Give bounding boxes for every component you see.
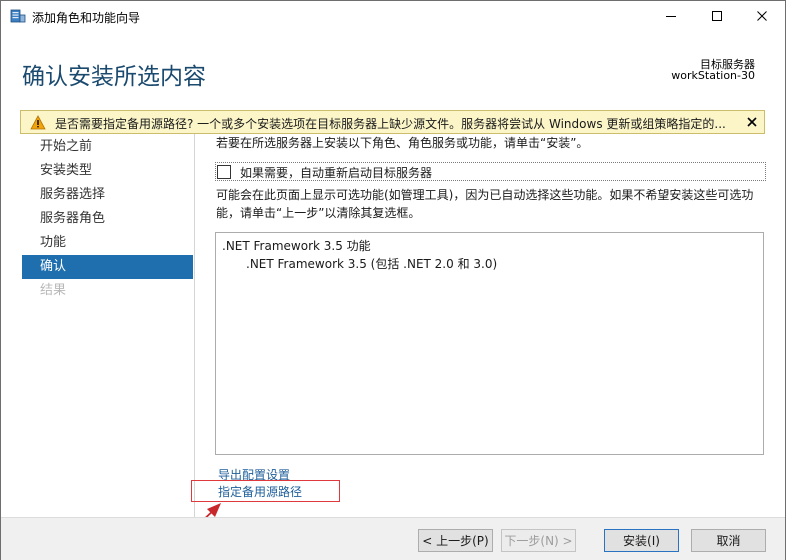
cancel-button[interactable]: 取消	[691, 529, 766, 552]
nav-item-features[interactable]: 功能	[22, 231, 193, 255]
previous-button[interactable]: < 上一步(P)	[418, 529, 493, 552]
feature-subitem: .NET Framework 3.5 (包括 .NET 2.0 和 3.0)	[246, 257, 498, 271]
page-header: 确认安装所选内容 目标服务器 workStation-30	[1, 31, 785, 117]
close-button[interactable]	[739, 1, 785, 31]
warning-triangle-icon	[30, 115, 46, 130]
wizard-window: 添加角色和功能向导 确认安装所选内容 目标服务器 workStation-30	[0, 0, 786, 560]
wizard-footer: < 上一步(P) 下一步(N) > 安装(I) 取消	[1, 517, 785, 560]
nav-item-confirmation[interactable]: 确认	[22, 255, 193, 279]
maximize-icon	[711, 10, 723, 22]
close-icon	[756, 10, 768, 22]
next-button: 下一步(N) >	[501, 529, 576, 552]
install-button[interactable]: 安装(I)	[604, 529, 679, 552]
nav-item-results: 结果	[40, 283, 67, 298]
restart-checkbox[interactable]	[217, 165, 231, 179]
minimize-button[interactable]	[648, 1, 694, 31]
optional-features-note: 可能会在此页面上显示可选功能(如管理工具)，因为已自动选择这些功能。如果不希望安…	[216, 188, 754, 220]
nav-item-before-you-begin[interactable]: 开始之前	[22, 135, 193, 159]
nav-item-installation-type[interactable]: 安装类型	[22, 159, 193, 183]
maximize-button[interactable]	[694, 1, 740, 31]
nav-item-server-selection[interactable]: 服务器选择	[22, 183, 193, 207]
window-title: 添加角色和功能向导	[32, 11, 141, 25]
destination-server-name: workStation-30	[671, 69, 755, 82]
selected-features-list[interactable]: .NET Framework 3.5 功能 .NET Framework 3.5…	[215, 232, 764, 455]
minimize-icon	[665, 10, 677, 22]
server-manager-icon	[10, 9, 26, 23]
close-icon[interactable]	[746, 116, 758, 128]
intro-text: 若要在所选服务器上安装以下角色、角色服务或功能，请单击“安装”。	[216, 136, 589, 150]
title-bar[interactable]: 添加角色和功能向导	[1, 1, 785, 31]
warning-banner[interactable]: 是否需要指定备用源路径? 一个或多个安装选项在目标服务器上缺少源文件。服务器将尝…	[20, 110, 765, 134]
restart-option[interactable]: 如果需要，自动重新启动目标服务器	[215, 162, 766, 181]
wizard-steps-nav: 开始之前 安装类型 服务器选择 服务器角色 功能 确认 结果	[1, 134, 195, 517]
warning-message: 是否需要指定备用源路径? 一个或多个安装选项在目标服务器上缺少源文件。服务器将尝…	[55, 117, 726, 131]
nav-item-server-roles[interactable]: 服务器角色	[22, 207, 193, 231]
feature-item: .NET Framework 3.5 功能	[222, 239, 371, 253]
restart-checkbox-label[interactable]: 如果需要，自动重新启动目标服务器	[240, 164, 432, 181]
annotation-highlight-box	[191, 480, 340, 502]
page-title: 确认安装所选内容	[22, 64, 206, 90]
main-content: 若要在所选服务器上安装以下角色、角色服务或功能，请单击“安装”。 如果需要，自动…	[195, 134, 785, 517]
